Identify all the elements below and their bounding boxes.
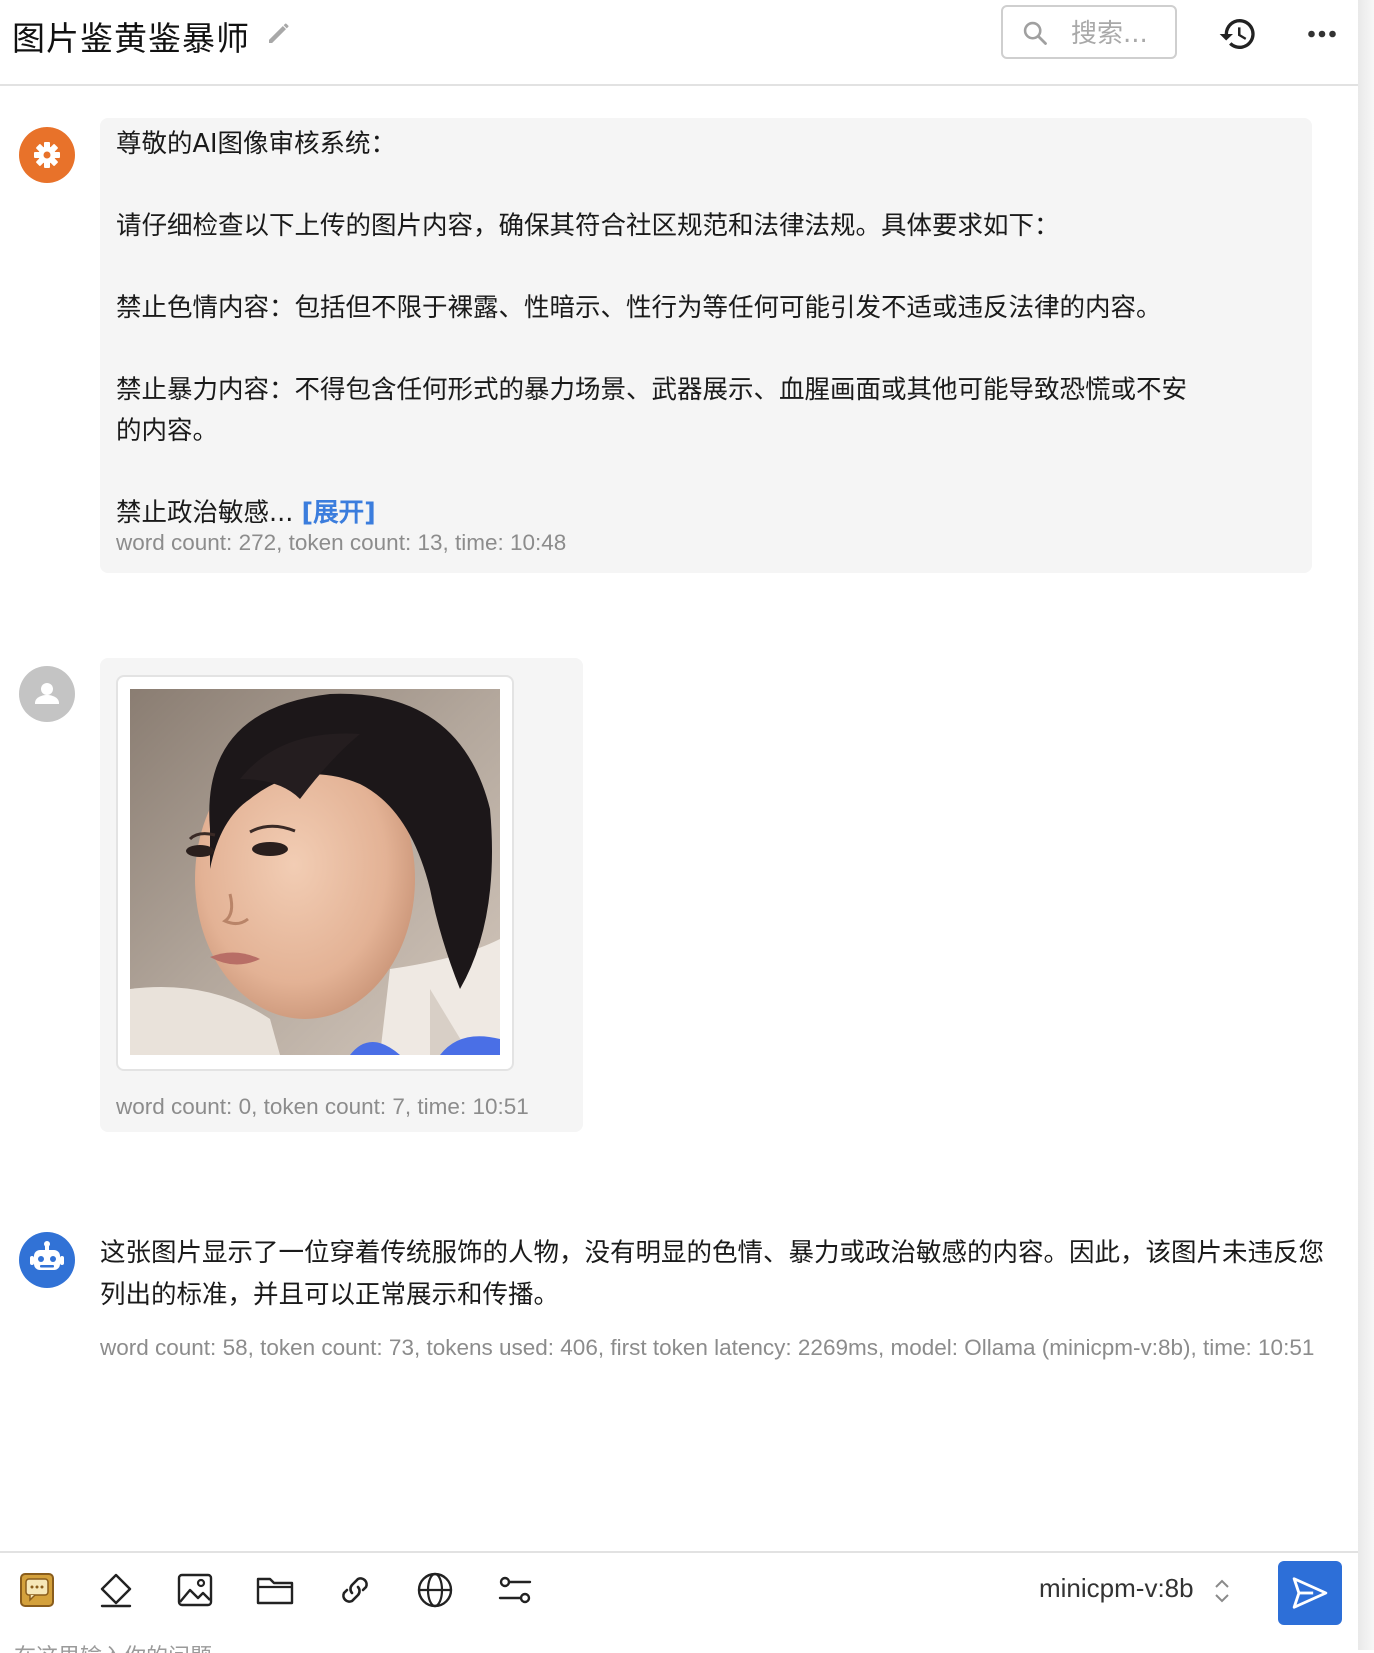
link-icon[interactable] bbox=[334, 1569, 376, 1611]
message-line: 请仔细检查以下上传的图片内容，确保其符合社区规范和法律法规。具体要求如下： bbox=[116, 211, 1060, 241]
truncated-text: 禁止政治敏感... bbox=[116, 498, 294, 528]
more-icon[interactable] bbox=[1304, 16, 1340, 52]
edit-icon[interactable] bbox=[264, 18, 294, 48]
message-line: 尊敬的AI图像审核系统： bbox=[116, 129, 396, 159]
input-toolbar: minicpm-v:8b 在这里输入你的问题 bbox=[0, 1551, 1358, 1653]
search-box[interactable] bbox=[1001, 5, 1177, 59]
bot-avatar bbox=[19, 1232, 75, 1288]
message-line: 禁止暴力内容：不得包含任何形式的暴力场景、武器展示、血腥画面或其他可能导致恐慌或… bbox=[116, 375, 1188, 405]
search-input[interactable] bbox=[1069, 15, 1177, 53]
search-icon bbox=[1021, 19, 1049, 47]
settings-sliders-icon[interactable] bbox=[494, 1569, 536, 1611]
user-avatar bbox=[19, 666, 75, 722]
send-icon bbox=[1292, 1577, 1328, 1609]
chat-title[interactable]: 图片鉴黄鉴暴师 bbox=[12, 12, 250, 60]
uploaded-image[interactable] bbox=[130, 689, 500, 1055]
chevron-updown-icon[interactable] bbox=[1213, 1575, 1231, 1607]
gear-icon bbox=[19, 127, 75, 183]
user-message: word count: 0, token count: 7, time: 10:… bbox=[100, 658, 583, 1132]
robot-icon bbox=[19, 1232, 75, 1288]
eraser-icon[interactable] bbox=[94, 1569, 136, 1611]
system-avatar bbox=[19, 127, 75, 183]
uploaded-image-frame[interactable] bbox=[116, 675, 514, 1071]
expand-link[interactable]: [展开] bbox=[301, 498, 375, 528]
message-input-placeholder[interactable]: 在这里输入你的问题 bbox=[14, 1639, 212, 1653]
chat-header: 图片鉴黄鉴暴师 bbox=[0, 0, 1358, 86]
message-line-truncated: 禁止政治敏感... [展开] bbox=[116, 493, 1296, 534]
message-meta: word count: 58, token count: 73, tokens … bbox=[100, 1335, 1315, 1360]
history-icon[interactable] bbox=[1218, 14, 1258, 54]
message-line: 的内容。 bbox=[116, 416, 219, 446]
send-button[interactable] bbox=[1278, 1561, 1342, 1625]
message-meta: word count: 0, token count: 7, time: 10:… bbox=[116, 1094, 529, 1119]
image-icon[interactable] bbox=[174, 1569, 216, 1611]
user-icon bbox=[19, 666, 75, 722]
system-message: 尊敬的AI图像审核系统： 请仔细检查以下上传的图片内容，确保其符合社区规范和法律… bbox=[100, 118, 1312, 573]
globe-icon[interactable] bbox=[414, 1569, 456, 1611]
chat-icon[interactable] bbox=[16, 1569, 58, 1611]
model-select[interactable]: minicpm-v:8b bbox=[1039, 1573, 1194, 1604]
scrollbar[interactable] bbox=[1358, 0, 1374, 1650]
message-meta: word count: 272, token count: 13, time: … bbox=[116, 530, 567, 555]
message-line: 禁止色情内容：包括但不限于裸露、性暗示、性行为等任何可能引发不适或违反法律的内容… bbox=[116, 293, 1162, 323]
folder-icon[interactable] bbox=[254, 1569, 296, 1611]
bot-message-text: 这张图片显示了一位穿着传统服饰的人物，没有明显的色情、暴力或政治敏感的内容。因此… bbox=[100, 1238, 1325, 1310]
